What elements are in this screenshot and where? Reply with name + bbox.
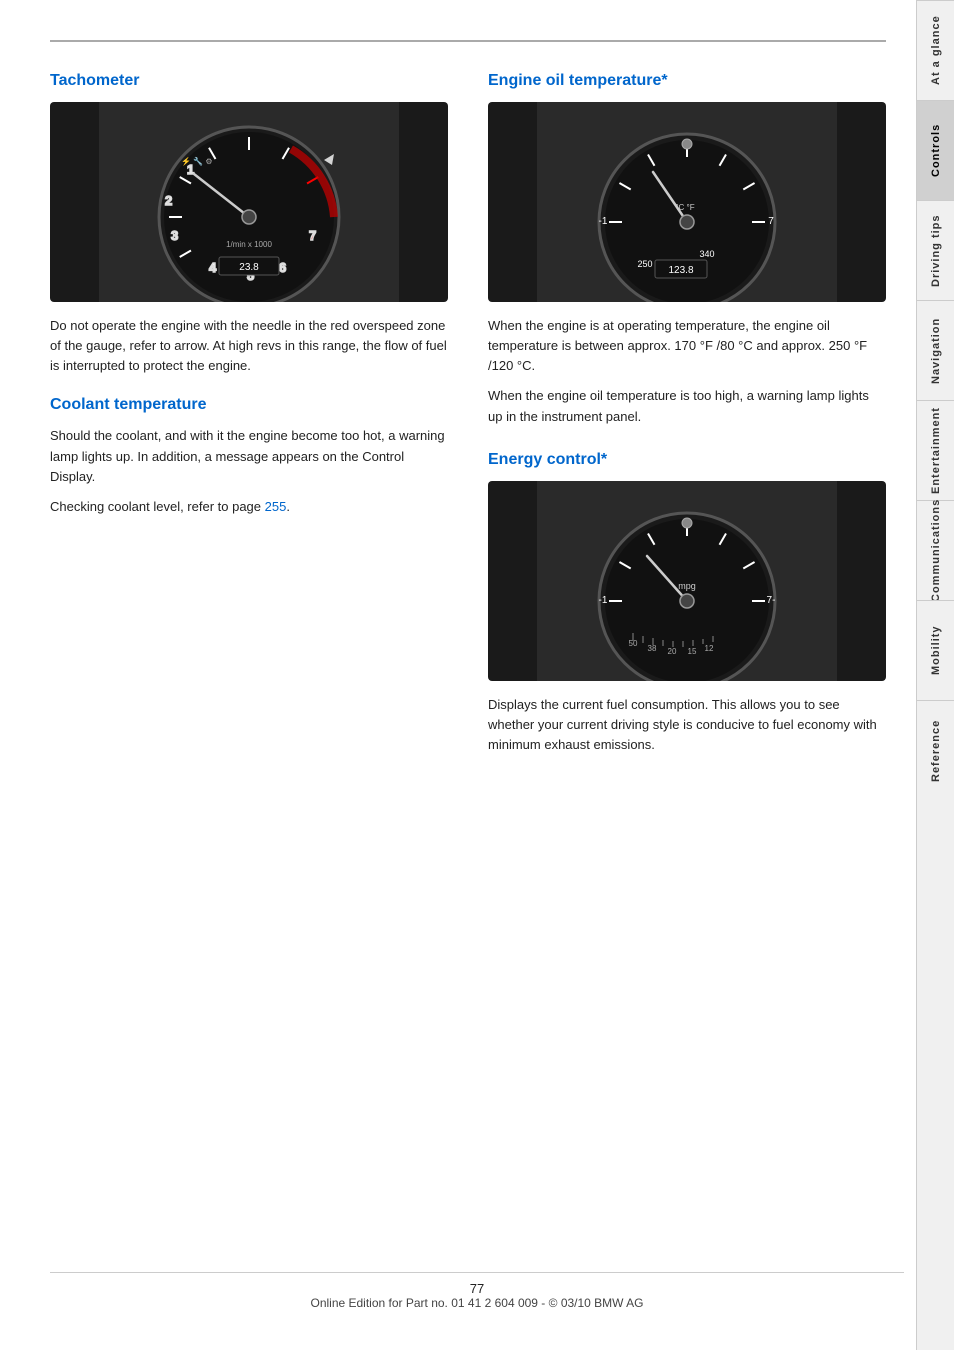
- svg-text:12: 12: [705, 644, 714, 653]
- sidebar-tab-at-a-glance[interactable]: At a glance: [917, 0, 954, 100]
- svg-text:7: 7: [309, 228, 316, 243]
- left-column: Tachometer: [50, 72, 448, 765]
- sidebar-tab-driving-tips[interactable]: Driving tips: [917, 200, 954, 300]
- right-column: Engine oil temperature*: [488, 72, 886, 765]
- engine-oil-para2: When the engine oil temperature is too h…: [488, 386, 886, 426]
- page-wrapper: Tachometer: [0, 0, 954, 1350]
- svg-text:-1: -1: [599, 216, 608, 227]
- svg-text:6: 6: [279, 260, 286, 275]
- svg-text:20: 20: [668, 647, 677, 656]
- svg-text:23.8: 23.8: [239, 262, 259, 273]
- energy-control-gauge: -1 7- mpg 50 38 20 15 12: [488, 481, 886, 681]
- svg-text:2: 2: [165, 193, 172, 208]
- svg-text:15: 15: [688, 647, 697, 656]
- sidebar-tab-communications[interactable]: Communications: [917, 500, 954, 600]
- energy-control-section: Energy control*: [488, 451, 886, 755]
- sidebar-tab-reference[interactable]: Reference: [917, 700, 954, 800]
- svg-text:38: 38: [648, 644, 657, 653]
- tachometer-body: Do not operate the engine with the needl…: [50, 316, 448, 376]
- coolant-section: Coolant temperature Should the coolant, …: [50, 396, 448, 517]
- engine-oil-heading: Engine oil temperature*: [488, 72, 886, 90]
- svg-text:7-: 7-: [767, 595, 776, 606]
- sidebar-tab-controls[interactable]: Controls: [917, 100, 954, 200]
- top-border: [50, 40, 886, 42]
- svg-text:4: 4: [209, 260, 217, 275]
- coolant-page-link[interactable]: 255: [265, 499, 287, 514]
- tachometer-gauge: 1 2 3 4 5: [50, 102, 448, 302]
- engine-oil-gauge: -1 7 250 340 °C °F 123.8: [488, 102, 886, 302]
- svg-text:123.8: 123.8: [668, 265, 693, 276]
- sidebar: At a glance Controls Driving tips Naviga…: [916, 0, 954, 1350]
- svg-text:3: 3: [171, 228, 178, 243]
- tachometer-heading: Tachometer: [50, 72, 448, 90]
- svg-text:250: 250: [637, 259, 652, 269]
- svg-text:340: 340: [699, 249, 714, 259]
- coolant-para2: Checking coolant level, refer to page 25…: [50, 497, 448, 517]
- two-column-layout: Tachometer: [50, 72, 886, 765]
- energy-control-heading: Energy control*: [488, 451, 886, 469]
- page-footer: 77 Online Edition for Part no. 01 41 2 6…: [50, 1272, 904, 1310]
- svg-text:⚡ 🔧 ⚙: ⚡ 🔧 ⚙: [181, 156, 213, 166]
- svg-text:1/min x 1000: 1/min x 1000: [226, 240, 272, 249]
- engine-oil-para1: When the engine is at operating temperat…: [488, 316, 886, 376]
- svg-text:7: 7: [768, 216, 774, 227]
- coolant-para1: Should the coolant, and with it the engi…: [50, 426, 448, 486]
- sidebar-tab-mobility[interactable]: Mobility: [917, 600, 954, 700]
- page-number: 77: [50, 1281, 904, 1296]
- main-content: Tachometer: [0, 0, 916, 1350]
- sidebar-tab-navigation[interactable]: Navigation: [917, 300, 954, 400]
- svg-text:mpg: mpg: [678, 581, 696, 591]
- sidebar-tab-entertainment[interactable]: Entertainment: [917, 400, 954, 500]
- footer-copyright: Online Edition for Part no. 01 41 2 604 …: [50, 1296, 904, 1310]
- coolant-para2-suffix: .: [286, 499, 290, 514]
- energy-control-body: Displays the current fuel consumption. T…: [488, 695, 886, 755]
- coolant-para2-prefix: Checking coolant level, refer to page: [50, 499, 265, 514]
- svg-text:-1: -1: [599, 595, 608, 606]
- coolant-heading: Coolant temperature: [50, 396, 448, 414]
